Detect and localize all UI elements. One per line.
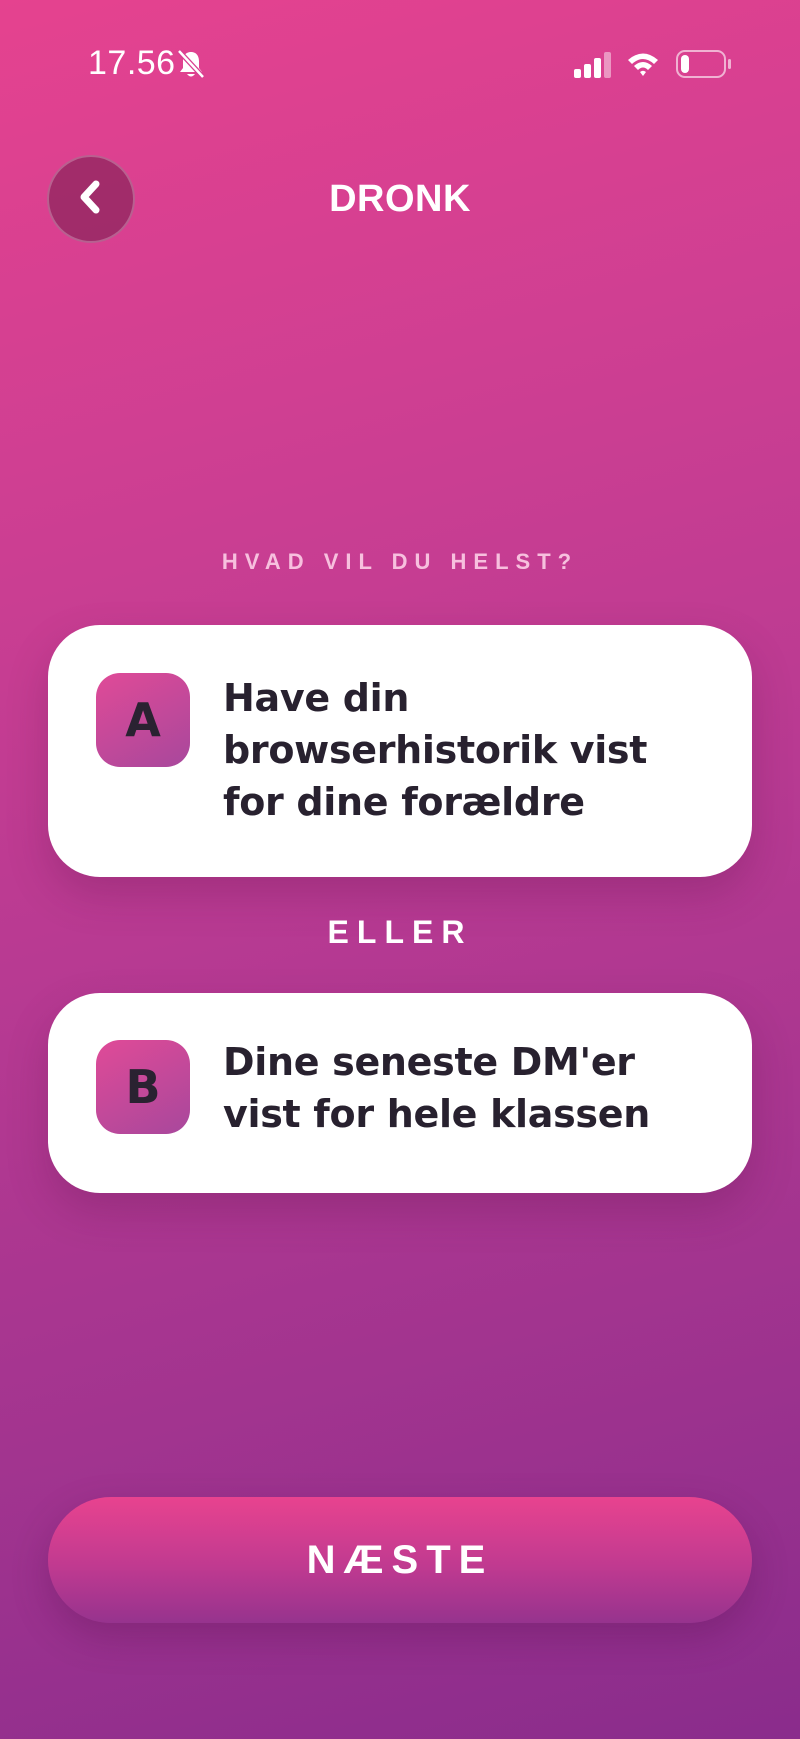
battery-icon: [676, 50, 732, 78]
signal-icon: [574, 52, 612, 78]
option-a-text: Have din browserhistorik vist for dine f…: [223, 676, 648, 824]
question-label: HVAD VIL DU HELST?: [221, 549, 579, 574]
option-b-badge: B: [96, 1040, 190, 1134]
option-a-card[interactable]: A Have din browserhistorik vist for dine…: [48, 625, 752, 877]
or-label: ELLER: [327, 914, 473, 950]
page-title: DRONK: [329, 178, 471, 220]
option-b-text: Dine seneste DM'er vist for hele klassen: [223, 1040, 650, 1136]
next-button[interactable]: NÆSTE: [48, 1497, 752, 1623]
option-b-card[interactable]: B Dine seneste DM'er vist for hele klass…: [48, 993, 752, 1193]
status-bar: 17.56: [0, 0, 800, 130]
wifi-icon: [626, 50, 660, 78]
option-a-badge: A: [96, 673, 190, 767]
bell-slash-icon: [176, 48, 206, 80]
status-time: 17.56: [88, 44, 176, 82]
